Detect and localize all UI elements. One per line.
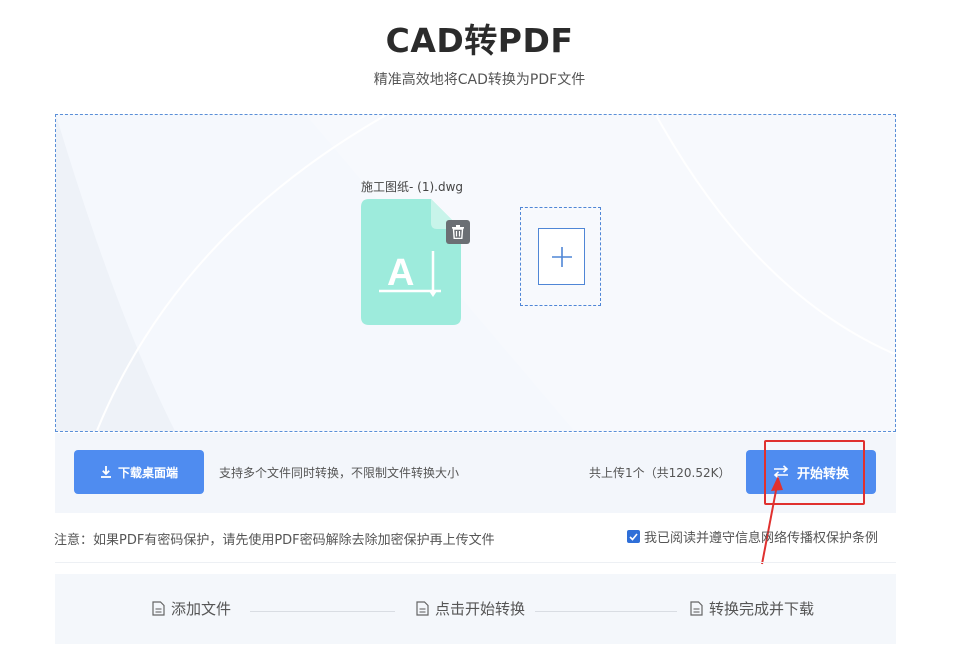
start-convert-button[interactable]: 开始转换 [746,450,876,494]
step-add-file: 添加文件 [152,598,231,619]
convert-arrows-icon [773,465,789,479]
check-icon [629,532,638,541]
upload-count: 共上传1个（共120.52K） [589,466,731,480]
dropzone-background [56,115,895,431]
page-title: CAD转PDF [385,21,574,60]
download-icon [100,466,111,478]
document-icon [690,601,703,616]
file-name: 施工图纸- (1).dwg [361,180,464,194]
agree-checkbox[interactable] [627,530,640,543]
support-info: 支持多个文件同时转换，不限制文件转换大小 [219,466,460,480]
start-convert-label: 开始转换 [796,466,849,482]
divider [55,562,896,563]
trash-icon[interactable] [446,220,470,244]
agree-label: 我已阅读并遵守信息网络传播权保护条例 [644,531,879,546]
upload-dropzone[interactable]: 施工图纸- (1).dwg A [55,114,896,432]
download-desktop-label: 下载桌面端 [117,465,178,480]
step-download: 转换完成并下载 [690,598,814,619]
add-file-button[interactable] [520,207,601,306]
agree-row[interactable]: 我已阅读并遵守信息网络传播权保护条例 [627,527,878,546]
password-notice: 注意：如果PDF有密码保护，请先使用PDF密码解除去除加密保护再上传文件 [54,533,495,548]
svg-text:A: A [387,252,414,294]
document-icon [416,601,429,616]
cad-file-icon: A [361,199,461,325]
document-icon [152,601,165,616]
cad-to-pdf-page: CAD转PDF 精准高效地将CAD转换为PDF文件 施工图纸- (1).dwg … [0,0,959,658]
step-label: 点击开始转换 [435,600,526,618]
step-label: 添加文件 [171,600,232,618]
step-connector [250,611,395,612]
step-start-convert: 点击开始转换 [416,598,525,619]
plus-icon [538,228,585,285]
page-subtitle: 精准高效地将CAD转换为PDF文件 [373,72,586,88]
step-label: 转换完成并下载 [709,600,815,618]
step-connector [535,611,677,612]
download-desktop-button[interactable]: 下载桌面端 [74,450,204,494]
